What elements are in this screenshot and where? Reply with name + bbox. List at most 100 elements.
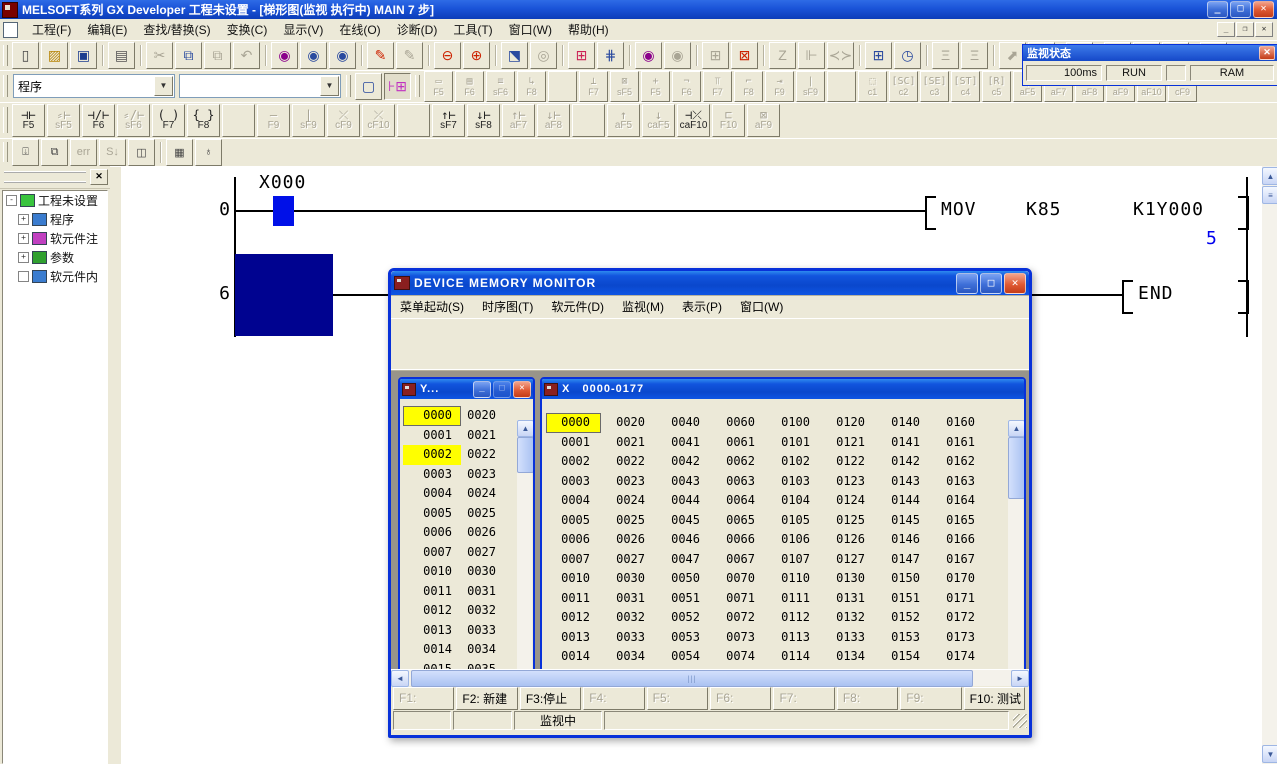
x-cell[interactable]: 0124 — [821, 491, 876, 511]
function-key-button[interactable]: ▭ F5 — [424, 71, 453, 102]
ladder-vertical-scrollbar[interactable]: ▲ ≡ ▼ — [1262, 166, 1277, 764]
ladder-symbol-button[interactable]: ⤫ cF9 — [327, 104, 360, 137]
x-cell[interactable]: 0162 — [931, 452, 986, 472]
x-cell[interactable]: 0041 — [656, 433, 711, 453]
ladder-cursor-cell[interactable] — [235, 254, 333, 336]
toolbar-button[interactable]: ◉ — [300, 42, 327, 69]
toolbar-button[interactable]: ⊠ — [731, 42, 758, 69]
x-cell[interactable]: 0007 — [546, 550, 601, 570]
ladder-symbol-button[interactable]: { } F8 — [187, 104, 220, 137]
toolbar-button[interactable]: ⍗ — [12, 139, 39, 166]
dmm-menu-item[interactable]: 软元件(D) — [542, 296, 613, 317]
dmm-menu-item[interactable]: 表示(P) — [673, 296, 731, 317]
y-close-button[interactable]: ✕ — [513, 381, 531, 398]
dmm-menu-item[interactable]: 时序图(T) — [473, 296, 542, 317]
x-cell[interactable]: 0171 — [931, 589, 986, 609]
dmm-menu-item[interactable]: 窗口(W) — [731, 296, 792, 317]
x-cell[interactable]: 0025 — [601, 511, 656, 531]
mdi-child-icon[interactable] — [3, 22, 18, 38]
toolbar-button[interactable]: ◎ — [530, 42, 557, 69]
scroll-thumb[interactable] — [1008, 437, 1024, 499]
ladder-symbol-button[interactable]: ↑⊢ aF7 — [502, 104, 535, 137]
x-cell[interactable]: 0013 — [546, 628, 601, 648]
x-cell[interactable]: 0001 — [546, 433, 601, 453]
ladder-symbol-button[interactable]: ( ) F7 — [152, 104, 185, 137]
expand-icon[interactable]: + — [18, 252, 29, 263]
tree-node[interactable]: + 程序 — [15, 210, 107, 229]
x-cell[interactable]: 0062 — [711, 452, 766, 472]
toolbar-button[interactable]: ▨ — [41, 42, 68, 69]
toolbar-button[interactable]: Ξ — [932, 42, 959, 69]
function-key-button[interactable] — [548, 71, 577, 102]
dmm-function-key[interactable]: F5: — [647, 687, 708, 710]
x-cell[interactable]: 0146 — [876, 530, 931, 550]
scroll-track[interactable] — [1008, 499, 1023, 669]
tree-panel-grip[interactable] — [4, 171, 86, 183]
x-cell[interactable]: 0070 — [711, 569, 766, 589]
scroll-right-icon[interactable]: ► — [1011, 670, 1029, 687]
ladder-symbol-button[interactable] — [397, 104, 430, 137]
x-cell[interactable]: 0074 — [711, 647, 766, 667]
x-cell[interactable]: 0141 — [876, 433, 931, 453]
toolbar-button[interactable]: ↶ — [233, 42, 260, 69]
toolbar-button[interactable] — [559, 43, 566, 68]
y-cell[interactable]: 0021 — [461, 426, 505, 446]
ladder-symbol-button[interactable]: ⸗/⊢ sF6 — [117, 104, 150, 137]
toolbar-grip[interactable] — [3, 45, 8, 66]
x-cell[interactable]: 0030 — [601, 569, 656, 589]
toolbar-button[interactable]: ⧉ — [204, 42, 231, 69]
function-key-button[interactable]: ▤ F6 — [455, 71, 484, 102]
function-key-button[interactable]: ¬ F6 — [672, 71, 701, 102]
function-key-button[interactable]: [SE] c3 — [920, 71, 949, 102]
toolbar-button[interactable] — [923, 43, 930, 68]
combo-dropdown-icon[interactable]: ▼ — [320, 76, 339, 96]
toolbar-button[interactable] — [157, 140, 164, 165]
toolbar-button[interactable] — [425, 43, 432, 68]
y-vertical-scrollbar[interactable]: ▲ — [517, 420, 532, 669]
dmm-function-key[interactable]: F4: — [583, 687, 644, 710]
toolbar-button[interactable]: ◉ — [664, 42, 691, 69]
function-key-button[interactable]: ↳ F8 — [517, 71, 546, 102]
x-cell[interactable]: 0031 — [601, 589, 656, 609]
scroll-up-icon[interactable]: ▲ — [1008, 420, 1024, 437]
ladder-symbol-button[interactable]: ↓⊢ aF8 — [537, 104, 570, 137]
x-cell[interactable]: 0104 — [766, 491, 821, 511]
toolbar-button[interactable]: ▯ — [12, 42, 39, 69]
toolbar-button[interactable]: ⧉ — [175, 42, 202, 69]
toolbar-button[interactable]: ⊞ — [702, 42, 729, 69]
y-cell[interactable]: 0026 — [461, 523, 505, 543]
dmm-menu-item[interactable]: 监视(M) — [613, 296, 673, 317]
toolbar-button[interactable]: S↓ — [99, 139, 126, 166]
ladder-symbol-button[interactable]: ↑⊢ sF7 — [432, 104, 465, 137]
ladder-symbol-button[interactable]: ⤫ cF10 — [362, 104, 395, 137]
y-cell[interactable]: 0022 — [461, 445, 505, 465]
toolbar-button[interactable]: ⋕ — [597, 42, 624, 69]
x-cell[interactable]: 0147 — [876, 550, 931, 570]
toolbar-button[interactable]: ⊖ — [434, 42, 461, 69]
x-cell[interactable]: 0063 — [711, 472, 766, 492]
ladder-symbol-button[interactable]: ⊣/⊢ F6 — [82, 104, 115, 137]
y-cell[interactable]: 0020 — [461, 406, 505, 426]
program-combo[interactable]: 程序 ▼ — [13, 74, 175, 98]
x-cell[interactable]: 0060 — [711, 413, 766, 433]
menu-item[interactable]: 显示(V) — [275, 19, 331, 40]
dmm-horizontal-scrollbar[interactable]: ◄ ||| ► — [391, 669, 1029, 686]
x-cell[interactable]: 0022 — [601, 452, 656, 472]
function-key-button[interactable]: ⊠ sF5 — [610, 71, 639, 102]
scroll-down-icon[interactable]: ▼ — [1262, 745, 1277, 763]
y-minimize-button[interactable]: _ — [473, 381, 491, 398]
toolbar-button[interactable] — [626, 43, 633, 68]
dmm-function-key[interactable]: F8: — [837, 687, 898, 710]
menu-item[interactable]: 窗口(W) — [501, 19, 560, 40]
ladder-symbol-button[interactable]: ↓ caF5 — [642, 104, 675, 137]
y-cell[interactable]: 0023 — [461, 465, 505, 485]
toolbar-grip[interactable] — [346, 75, 351, 97]
x-cell[interactable]: 0105 — [766, 511, 821, 531]
toolbar-button[interactable]: ⊩ — [798, 42, 825, 69]
menu-item[interactable]: 帮助(H) — [560, 19, 617, 40]
x-cell[interactable]: 0071 — [711, 589, 766, 609]
monitor-status-titlebar[interactable]: 监视状态 ✕ — [1023, 45, 1277, 61]
toolbar-button[interactable] — [99, 43, 106, 68]
x-cell[interactable]: 0140 — [876, 413, 931, 433]
tree-root-node[interactable]: - 工程未设置 — [3, 191, 107, 210]
